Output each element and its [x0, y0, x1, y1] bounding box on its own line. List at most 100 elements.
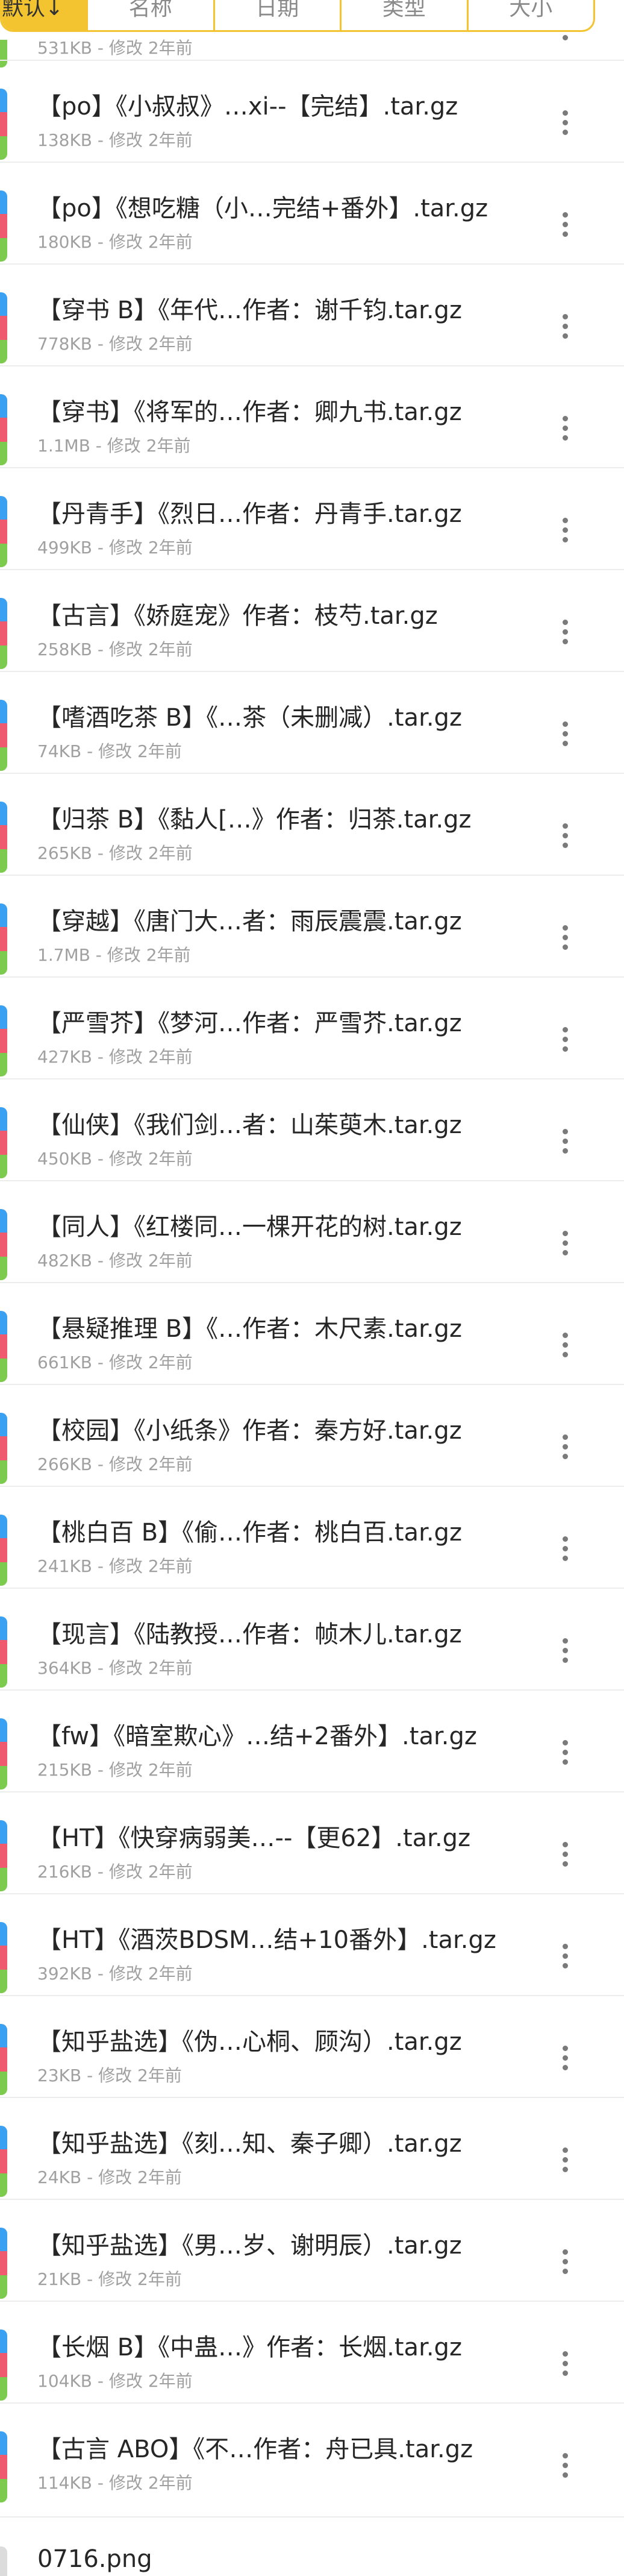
- file-meta: 499KB - 修改 2年前: [37, 538, 193, 558]
- divider: [0, 2097, 624, 2098]
- list-item[interactable]: 【严雪芥】《梦河…作者：严雪芥.tar.gz 427KB - 修改 2年前: [0, 976, 624, 1076]
- list-item-partial-bottom[interactable]: 0716.png: [0, 2516, 624, 2576]
- list-item[interactable]: 【古言 ABO】《不…作者：舟已具.tar.gz 114KB - 修改 2年前: [0, 2402, 624, 2502]
- list-item[interactable]: 【知乎盐选】《刻…知、秦子卿）.tar.gz 24KB - 修改 2年前: [0, 2097, 624, 2197]
- file-meta: 392KB - 修改 2年前: [37, 1964, 193, 1984]
- divider: [0, 569, 624, 570]
- more-vertical-icon[interactable]: [548, 811, 582, 859]
- more-vertical-icon[interactable]: [548, 1524, 582, 1572]
- list-item[interactable]: 【古言】《娇庭宠》作者：枝芍.tar.gz 258KB - 修改 2年前: [0, 569, 624, 669]
- divider: [0, 1893, 624, 1894]
- list-item[interactable]: 【悬疑推理 B】《…作者：木尺素.tar.gz 661KB - 修改 2年前: [0, 1282, 624, 1382]
- more-vertical-icon[interactable]: [548, 98, 582, 146]
- divider: [0, 162, 624, 163]
- file-meta: 216KB - 修改 2年前: [37, 1862, 193, 1882]
- more-vertical-icon[interactable]: [548, 1219, 582, 1267]
- file-name: 【古言】《娇庭宠》作者：枝芍.tar.gz: [37, 602, 438, 630]
- divider: [0, 1791, 624, 1792]
- more-vertical-icon[interactable]: [548, 2339, 582, 2387]
- archive-file-icon: [0, 700, 7, 771]
- more-vertical-icon[interactable]: [548, 1015, 582, 1063]
- more-vertical-icon[interactable]: [548, 506, 582, 554]
- divider: [0, 263, 624, 265]
- more-vertical-icon[interactable]: [548, 1626, 582, 1674]
- more-vertical-icon[interactable]: [548, 913, 582, 961]
- archive-file-icon: [0, 2126, 7, 2197]
- more-vertical-icon[interactable]: [548, 200, 582, 248]
- sort-tab-size[interactable]: 大小: [466, 0, 594, 30]
- sort-tab-type[interactable]: 类型: [340, 0, 467, 30]
- more-vertical-icon[interactable]: [548, 2237, 582, 2285]
- sort-tab-name[interactable]: 名称: [86, 0, 213, 30]
- more-vertical-icon[interactable]: [548, 608, 582, 656]
- list-item[interactable]: 【丹青手】《烈日…作者：丹青手.tar.gz 499KB - 修改 2年前: [0, 467, 624, 567]
- more-vertical-icon[interactable]: [548, 1728, 582, 1776]
- archive-file-icon: [0, 1107, 7, 1178]
- list-item[interactable]: 【校园】《小纸条》作者：秦方好.tar.gz 266KB - 修改 2年前: [0, 1384, 624, 1484]
- more-vertical-icon[interactable]: [548, 2034, 582, 2082]
- divider: [0, 976, 624, 978]
- list-item[interactable]: 【HT】《酒茨BDSM…结+10番外】.tar.gz 392KB - 修改 2年前: [0, 1893, 624, 1993]
- file-meta: 427KB - 修改 2年前: [37, 1047, 193, 1067]
- list-item[interactable]: 【现言】《陆教授…作者：帧木儿.tar.gz 364KB - 修改 2年前: [0, 1588, 624, 1688]
- more-vertical-icon[interactable]: [548, 1422, 582, 1471]
- list-item[interactable]: 【穿书 B】《年代…作者：谢千钧.tar.gz 778KB - 修改 2年前: [0, 263, 624, 363]
- file-meta: 104KB - 修改 2年前: [37, 2371, 193, 2391]
- list-item[interactable]: 【fw】《暗室欺心》…结+2番外】.tar.gz 215KB - 修改 2年前: [0, 1689, 624, 1789]
- file-meta: 24KB - 修改 2年前: [37, 2167, 182, 2187]
- archive-file-icon: [0, 1005, 7, 1076]
- file-meta: 265KB - 修改 2年前: [37, 843, 193, 863]
- divider: [0, 1995, 624, 1996]
- file-name: 【悬疑推理 B】《…作者：木尺素.tar.gz: [37, 1315, 462, 1343]
- archive-file-icon: [0, 1311, 7, 1382]
- list-item[interactable]: 【穿越】《唐门大…者：雨辰震震.tar.gz 1.7MB - 修改 2年前: [0, 875, 624, 975]
- list-item[interactable]: 【同人】《红楼同…一棵开花的树.tar.gz 482KB - 修改 2年前: [0, 1180, 624, 1280]
- list-item[interactable]: 【嗜酒吃茶 B】《…茶（未删减）.tar.gz 74KB - 修改 2年前: [0, 671, 624, 771]
- file-meta: 266KB - 修改 2年前: [37, 1454, 193, 1474]
- divider: [0, 875, 624, 876]
- archive-file-icon: [0, 1515, 7, 1586]
- file-name: 【现言】《陆教授…作者：帧木儿.tar.gz: [37, 1621, 462, 1648]
- sort-tab-date[interactable]: 日期: [213, 0, 340, 30]
- file-name: 【同人】《红楼同…一棵开花的树.tar.gz: [37, 1213, 462, 1241]
- list-item[interactable]: 【知乎盐选】《男…岁、谢明辰）.tar.gz 21KB - 修改 2年前: [0, 2199, 624, 2299]
- more-vertical-icon[interactable]: [548, 1117, 582, 1165]
- sort-tab-default[interactable]: 默认↓: [2, 0, 86, 30]
- list-item[interactable]: 【HT】《快穿病弱美…--【更62】.tar.gz 216KB - 修改 2年前: [0, 1791, 624, 1891]
- divider: [0, 1588, 624, 1589]
- list-item[interactable]: 【po】《小叔叔》…xi--【完结】.tar.gz 138KB - 修改 2年前: [0, 60, 624, 160]
- divider: [0, 2199, 624, 2200]
- more-vertical-icon[interactable]: [548, 302, 582, 350]
- more-vertical-icon[interactable]: [548, 2441, 582, 2489]
- file-meta: 364KB - 修改 2年前: [37, 1658, 193, 1678]
- more-vertical-icon[interactable]: [548, 709, 582, 758]
- more-vertical-icon[interactable]: [548, 35, 582, 47]
- file-meta: 114KB - 修改 2年前: [37, 2473, 193, 2493]
- more-vertical-icon[interactable]: [548, 1830, 582, 1878]
- list-item[interactable]: 【长烟 B】《中蛊…》作者：长烟.tar.gz 104KB - 修改 2年前: [0, 2301, 624, 2401]
- list-item[interactable]: 【归茶 B】《黏人[…》作者：归茶.tar.gz 265KB - 修改 2年前: [0, 773, 624, 873]
- file-meta: 23KB - 修改 2年前: [37, 2066, 182, 2085]
- file-name: 【HT】《酒茨BDSM…结+10番外】.tar.gz: [37, 1926, 496, 1954]
- sort-bar: 默认↓ 名称 日期 类型 大小: [0, 0, 595, 32]
- list-item[interactable]: 【仙侠】《我们剑…者：山茱萸木.tar.gz 450KB - 修改 2年前: [0, 1078, 624, 1178]
- more-vertical-icon[interactable]: [548, 1321, 582, 1369]
- more-vertical-icon[interactable]: [548, 1932, 582, 1980]
- file-meta: 241KB - 修改 2年前: [37, 1556, 193, 1576]
- file-meta: 258KB - 修改 2年前: [37, 639, 193, 659]
- divider: [0, 773, 624, 774]
- file-name: 【嗜酒吃茶 B】《…茶（未删减）.tar.gz: [37, 704, 462, 732]
- divider: [0, 365, 624, 366]
- file-meta: 21KB - 修改 2年前: [37, 2269, 182, 2289]
- archive-file-icon: [0, 190, 7, 262]
- list-item[interactable]: 【po】《想吃糖（小…完结+番外】.tar.gz 180KB - 修改 2年前: [0, 162, 624, 262]
- divider: [0, 2516, 624, 2518]
- list-item[interactable]: 【穿书】《将军的…作者：卿九书.tar.gz 1.1MB - 修改 2年前: [0, 365, 624, 465]
- list-item[interactable]: 【桃白百 B】《偷…作者：桃白百.tar.gz 241KB - 修改 2年前: [0, 1486, 624, 1586]
- file-name: 0716.png: [37, 2545, 152, 2573]
- list-item[interactable]: 【知乎盐选】《伪…心桐、顾沟）.tar.gz 23KB - 修改 2年前: [0, 1995, 624, 2095]
- file-meta: 778KB - 修改 2年前: [37, 334, 193, 354]
- divider: [0, 1078, 624, 1079]
- more-vertical-icon[interactable]: [548, 404, 582, 452]
- more-vertical-icon[interactable]: [548, 2135, 582, 2184]
